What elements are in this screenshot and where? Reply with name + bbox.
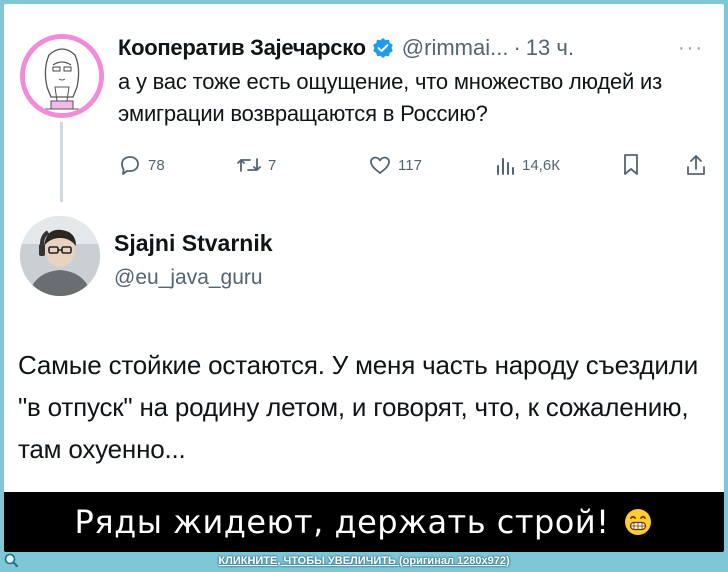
display-name[interactable]: Sjajni Stvarnik — [114, 230, 273, 257]
grinning-face-icon — [623, 507, 653, 537]
verified-badge-icon — [372, 37, 394, 59]
tweet-screenshot: Кооператив Зајечарско @rimmai... · 13 ч.… — [4, 4, 724, 552]
enlarge-bar[interactable]: КЛИКНИТЕ, ЧТОБЫ УВЕЛИЧИТЬ (оригинал 1280… — [0, 552, 728, 569]
reply-count: 78 — [148, 156, 165, 174]
tweet-action-bar: 78 7 117 14,6К — [108, 148, 718, 182]
avatar[interactable] — [20, 34, 104, 118]
magnifier-icon[interactable] — [4, 553, 18, 567]
views-count: 14,6К — [522, 156, 560, 174]
thread-line — [60, 122, 63, 202]
repost-count: 7 — [268, 156, 277, 174]
quoted-tweet-text: а у вас тоже есть ощущение, что множеств… — [118, 69, 663, 126]
like-count: 117 — [398, 156, 422, 174]
tweet-text: Самые стойкие остаются. У меня часть нар… — [18, 350, 699, 464]
reply-icon — [118, 153, 142, 177]
heart-icon — [368, 153, 392, 177]
handle[interactable]: @rimmai... — [402, 35, 509, 61]
avatar[interactable] — [20, 216, 100, 296]
views-button[interactable]: 14,6К — [494, 148, 560, 182]
bookmark-icon — [620, 152, 642, 178]
quoted-tweet-header: Кооператив Зајечарско @rimmai... · 13 ч.… — [118, 32, 714, 64]
repost-button[interactable]: 7 — [236, 148, 276, 182]
bookmark-button[interactable] — [620, 148, 642, 182]
person-with-glasses-icon — [20, 216, 100, 296]
handle[interactable]: @eu_java_guru — [114, 266, 263, 290]
caption-text: Ряды жидеют, держать строй! — [74, 503, 610, 541]
like-button[interactable]: 117 — [368, 148, 422, 182]
display-name[interactable]: Кооператив Зајечарско — [118, 35, 366, 61]
enlarge-link[interactable]: КЛИКНИТЕ, ЧТОБЫ УВЕЛИЧИТЬ (оригинал 1280… — [218, 555, 509, 567]
separator-dot: · — [513, 35, 521, 60]
views-chart-icon — [494, 153, 516, 177]
repost-icon — [236, 153, 262, 177]
share-button[interactable] — [684, 148, 708, 182]
share-icon — [684, 152, 708, 178]
timestamp[interactable]: 13 ч. — [526, 35, 574, 61]
more-options-icon[interactable]: ··· — [678, 37, 704, 60]
reply-button[interactable]: 78 — [118, 148, 165, 182]
meme-caption: Ряды жидеют, держать строй! — [4, 492, 724, 552]
girl-sketch-icon — [25, 39, 99, 113]
